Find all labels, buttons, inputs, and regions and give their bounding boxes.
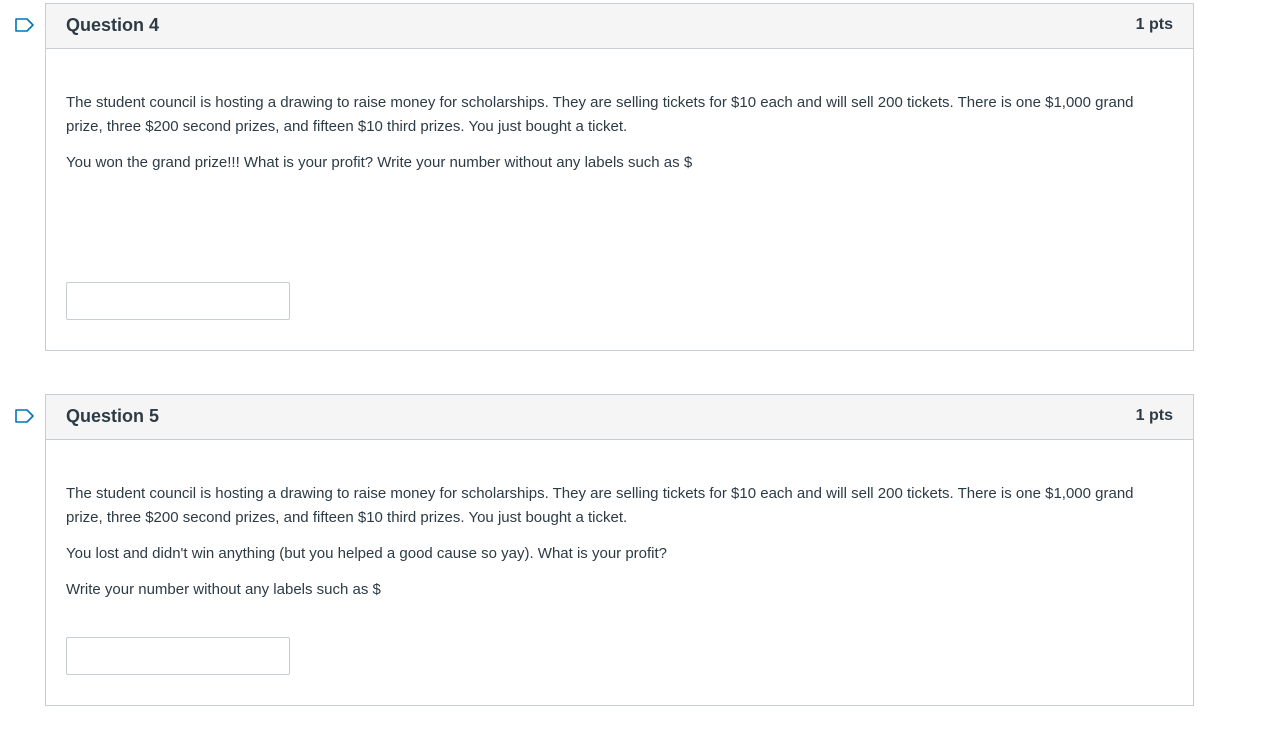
question-paragraph: Write your number without any labels suc… xyxy=(66,581,381,598)
question-paragraph: You won the grand prize!!! What is your … xyxy=(66,154,693,171)
answer-input[interactable] xyxy=(66,282,290,320)
question-4: Question 4 1 pts The student council is … xyxy=(15,3,1194,351)
question-header: Question 4 1 pts xyxy=(46,4,1193,49)
question-text: The student council is hosting a drawing… xyxy=(46,440,1193,602)
question-5: Question 5 1 pts The student council is … xyxy=(15,394,1194,706)
question-paragraph: You lost and didn't win anything (but yo… xyxy=(66,545,668,562)
question-paragraph: The student council is hosting a drawing… xyxy=(66,485,1134,526)
question-text: The student council is hosting a drawing… xyxy=(46,49,1193,175)
flag-icon[interactable] xyxy=(15,409,35,423)
question-points: 1 pts xyxy=(1135,16,1173,33)
question-paragraph: The student council is hosting a drawing… xyxy=(66,94,1134,135)
question-title: Question 5 xyxy=(66,406,160,426)
answer-input[interactable] xyxy=(66,637,290,675)
flag-icon[interactable] xyxy=(15,18,35,32)
question-header: Question 5 1 pts xyxy=(46,395,1193,440)
question-points: 1 pts xyxy=(1135,407,1173,424)
question-title: Question 4 xyxy=(66,15,160,35)
